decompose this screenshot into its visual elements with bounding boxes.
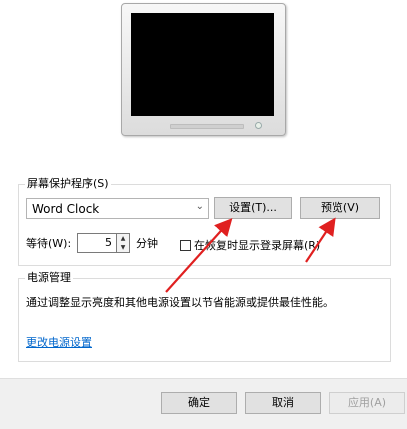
apply-button[interactable]: 应用(A)	[329, 392, 405, 414]
resume-login-checkbox[interactable]	[180, 240, 191, 251]
chevron-down-icon: ⌄	[195, 201, 204, 212]
stepper-down-icon[interactable]: ▼	[117, 243, 129, 252]
wait-minutes-input[interactable]: 5	[77, 233, 117, 253]
screensaver-selected-value: Word Clock	[32, 202, 100, 216]
apply-button-label: 应用(A)	[347, 396, 387, 409]
preview-button[interactable]: 预览(V)	[300, 197, 380, 219]
monitor-power-led-icon	[255, 122, 262, 129]
monitor-drive-slot	[170, 124, 244, 129]
change-power-settings-link[interactable]: 更改电源设置	[26, 334, 92, 350]
screensaver-settings-panel: 屏幕保护程序(S) Word Clock ⌄ 设置(T)... 预览(V) 等待…	[0, 0, 407, 378]
wait-minutes-stepper[interactable]: ▲ ▼	[117, 233, 130, 253]
cancel-button[interactable]: 取消	[245, 392, 321, 414]
preview-button-label: 预览(V)	[320, 201, 360, 214]
wait-label: 等待(W):	[26, 237, 72, 250]
power-group-title: 电源管理	[25, 271, 73, 285]
settings-button[interactable]: 设置(T)...	[214, 197, 292, 219]
preview-screen	[131, 13, 274, 116]
resume-login-label[interactable]: 在恢复时显示登录屏幕(R)	[194, 239, 320, 253]
monitor-preview	[121, 3, 286, 136]
dialog-footer: 确定 取消 应用(A)	[0, 378, 407, 429]
ok-button-label: 确定	[188, 396, 210, 409]
screensaver-group-title: 屏幕保护程序(S)	[25, 177, 111, 191]
cancel-button-label: 取消	[272, 396, 294, 409]
screensaver-select[interactable]: Word Clock ⌄	[26, 198, 209, 219]
minutes-label: 分钟	[136, 237, 158, 250]
ok-button[interactable]: 确定	[161, 392, 237, 414]
power-description: 通过调整显示亮度和其他电源设置以节省能源或提供最佳性能。	[26, 296, 334, 309]
settings-button-label: 设置(T)...	[229, 201, 277, 214]
